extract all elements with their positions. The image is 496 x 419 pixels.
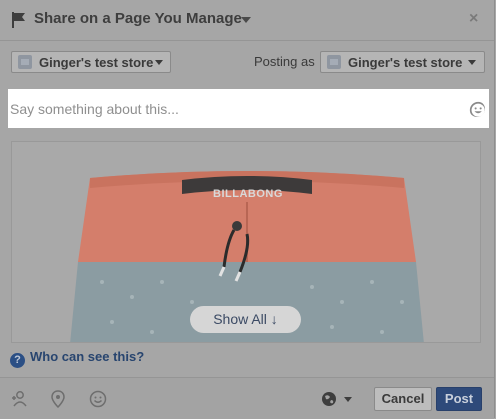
chevron-down-icon xyxy=(155,60,163,65)
close-icon[interactable]: × xyxy=(469,10,478,28)
identity-thumbnail-icon xyxy=(327,55,341,69)
chevron-down-icon xyxy=(468,60,476,65)
emoji-icon[interactable] xyxy=(469,101,485,117)
page-thumbnail-icon xyxy=(18,55,32,69)
flag-icon xyxy=(12,12,25,28)
dialog-footer: Cancel Post xyxy=(0,377,494,419)
show-all-button[interactable]: Show All ↓ xyxy=(190,306,301,333)
post-button[interactable]: Post xyxy=(436,387,482,411)
title-dropdown-caret-icon[interactable] xyxy=(241,17,251,23)
brand-label: BILLABONG xyxy=(213,188,283,200)
status-input[interactable] xyxy=(8,89,448,128)
dialog-title[interactable]: Share on a Page You Manage xyxy=(34,10,242,27)
feeling-emoji-icon[interactable] xyxy=(89,390,107,408)
dialog-header: Share on a Page You Manage × xyxy=(0,0,494,41)
identity-selector-button[interactable]: Ginger's test store xyxy=(320,51,485,73)
share-dialog: Share on a Page You Manage × Ginger's te… xyxy=(0,0,495,419)
location-pin-icon[interactable] xyxy=(51,390,65,408)
who-can-see-label: Who can see this? xyxy=(30,349,145,364)
page-selector-label: Ginger's test store xyxy=(39,55,154,70)
who-can-see-link[interactable]: ? Who can see this? xyxy=(10,349,144,368)
posting-as-label: Posting as xyxy=(254,54,315,69)
audience-chevron-down-icon[interactable] xyxy=(344,397,352,402)
help-icon: ? xyxy=(10,353,25,368)
page-selector-button[interactable]: Ginger's test store xyxy=(11,51,171,73)
identity-selector-label: Ginger's test store xyxy=(348,55,463,70)
cancel-button[interactable]: Cancel xyxy=(374,387,432,411)
composer-box xyxy=(8,89,489,128)
globe-icon[interactable] xyxy=(321,391,337,407)
tag-people-icon[interactable] xyxy=(10,390,28,408)
